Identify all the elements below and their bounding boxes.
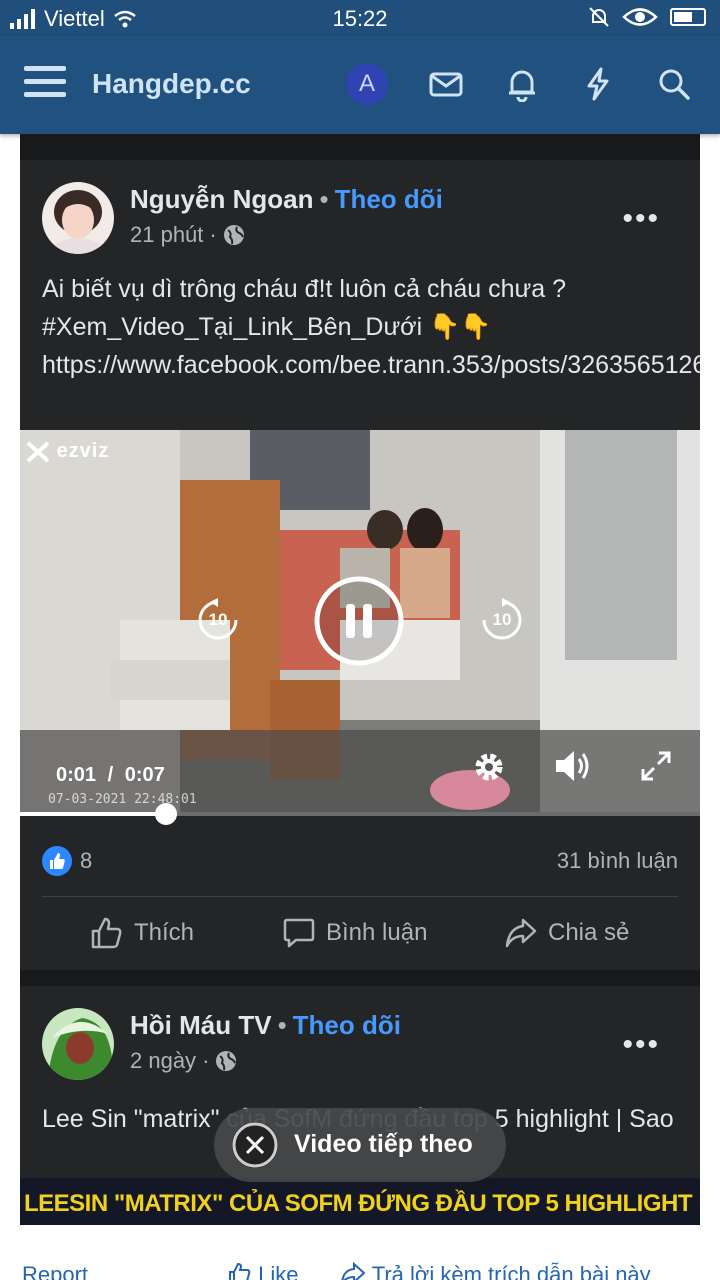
volume-icon[interactable]: [552, 746, 592, 786]
feed: Nguyễn Ngoan • Theo dõi 21 phút · ••• Ai b…: [20, 134, 700, 1225]
pause-button[interactable]: [312, 574, 406, 668]
post-header: Nguyễn Ngoan • Theo dõi: [130, 184, 443, 215]
more-options-icon[interactable]: •••: [622, 1030, 660, 1060]
status-bar: Viettel 15:22: [0, 0, 720, 36]
like-label: Thích: [134, 919, 195, 946]
video-player[interactable]: ezviz 10 10 0:01 / 0:07 07-03-2021 22:48…: [20, 430, 700, 814]
forward-10-button[interactable]: 10: [480, 598, 524, 642]
author-avatar[interactable]: [42, 1008, 114, 1080]
author-avatar[interactable]: [42, 182, 114, 254]
like-button[interactable]: Thích: [90, 916, 194, 950]
share-label: Chia sẻ: [548, 919, 630, 946]
globe-icon: [223, 225, 244, 245]
battery-icon: [670, 8, 706, 26]
timestamp-overlay: 07-03-2021 22:48:01: [48, 792, 197, 807]
thumbs-up-icon: [91, 917, 122, 949]
reply-quote-link[interactable]: Trả lời kèm trích dẫn bài này: [340, 1262, 651, 1280]
post-meta: 2 ngày ·: [130, 1048, 237, 1074]
share-button[interactable]: Chia sẻ: [504, 916, 629, 950]
post-time[interactable]: 2 ngày: [130, 1048, 196, 1074]
site-title[interactable]: Hangdep.cc: [92, 68, 251, 100]
mute-bell-icon: [589, 7, 609, 27]
video-thumbnail[interactable]: LEESIN "MATRIX" CỦA SOFM ĐỨNG ĐẦU TOP 5 …: [20, 1178, 700, 1225]
rewind-10-button[interactable]: 10: [196, 598, 240, 642]
video-time: 0:01 / 0:07: [56, 764, 165, 787]
comment-icon: [283, 918, 315, 948]
like-count[interactable]: 8: [80, 848, 92, 874]
meta-dot: ·: [209, 222, 217, 247]
menu-icon[interactable]: [24, 66, 66, 102]
settings-gear-icon[interactable]: [470, 748, 508, 786]
thumbs-up-icon: [229, 1262, 251, 1280]
forward-label: 10: [492, 610, 512, 629]
mail-icon[interactable]: [428, 66, 464, 102]
ezviz-logo: ezviz: [26, 440, 109, 463]
progress-knob[interactable]: [155, 803, 178, 825]
user-avatar[interactable]: A: [346, 63, 388, 105]
like-reaction-icon[interactable]: [42, 846, 72, 876]
video-progress-bar[interactable]: [20, 803, 700, 825]
fullscreen-icon[interactable]: [640, 750, 672, 782]
separator-dot: •: [319, 184, 329, 214]
report-link[interactable]: Report: [22, 1262, 88, 1280]
post-header: Hồi Máu TV • Theo dõi: [130, 1010, 401, 1041]
meta-dot: ·: [202, 1048, 210, 1073]
forum-post-links: Report Like Trả lời kèm trích dẫn bài nà…: [0, 1262, 720, 1280]
more-options-icon[interactable]: •••: [622, 204, 660, 234]
post-actions: Thích Bình luận Chia sẻ: [20, 916, 700, 960]
follow-button[interactable]: Theo dõi: [335, 184, 443, 214]
next-video-pill[interactable]: Video tiếp theo: [214, 1108, 506, 1182]
comment-button[interactable]: Bình luận: [282, 916, 427, 950]
time-separator: /: [107, 764, 114, 786]
post-time[interactable]: 21 phút: [130, 222, 203, 248]
author-name[interactable]: Hồi Máu TV: [130, 1010, 272, 1040]
author-name[interactable]: Nguyễn Ngoan: [130, 184, 313, 214]
next-video-label: Video tiếp theo: [294, 1130, 473, 1158]
globe-icon: [216, 1051, 237, 1071]
time-total: 0:07: [124, 764, 165, 786]
post-stats: 8 31 bình luận: [42, 846, 678, 886]
share-icon: [505, 918, 537, 948]
rewind-label: 10: [208, 610, 228, 629]
eye-icon: [622, 8, 658, 26]
post-meta: 21 phút ·: [130, 222, 245, 248]
post-card: Nguyễn Ngoan • Theo dõi 21 phút · ••• Ai b…: [20, 160, 700, 970]
clock: 15:22: [332, 6, 388, 31]
follow-button[interactable]: Theo dõi: [293, 1010, 401, 1040]
close-icon[interactable]: [232, 1122, 278, 1168]
post-text: Ai biết vụ dì trông cháu đ!t luôn cả chá…: [42, 275, 700, 379]
app-bar: Hangdep.cc A: [0, 36, 720, 134]
thumbnail-caption: LEESIN "MATRIX" CỦA SOFM ĐỨNG ĐẦU TOP 5 …: [24, 1190, 692, 1217]
comment-label: Bình luận: [326, 919, 428, 946]
like-link[interactable]: Like: [228, 1262, 298, 1280]
post-card: Hồi Máu TV • Theo dõi 2 ngày · ••• Lee Sin…: [20, 986, 700, 1225]
divider: [42, 896, 678, 897]
reply-icon: [341, 1262, 366, 1280]
search-icon[interactable]: [656, 66, 692, 102]
separator-dot: •: [277, 1010, 287, 1040]
bell-icon[interactable]: [504, 66, 540, 102]
bolt-icon[interactable]: [580, 66, 616, 102]
progress-fill: [20, 812, 167, 816]
time-current: 0:01: [56, 764, 97, 786]
comment-count[interactable]: 31 bình luận: [557, 848, 678, 874]
